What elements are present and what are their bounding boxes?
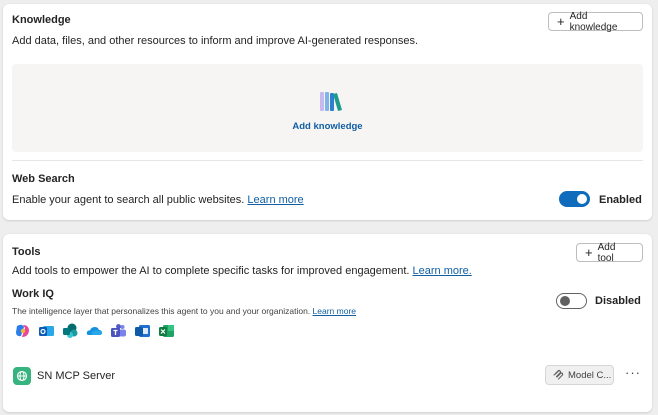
- work-iq-description-text: The intelligence layer that personalizes…: [12, 306, 311, 316]
- toggle-knob: [560, 296, 570, 306]
- toggle-knob: [577, 194, 587, 204]
- outlook-calendar-icon: [135, 325, 150, 337]
- outlook-icon: [39, 326, 54, 336]
- web-search-description-text: Enable your agent to search all public w…: [12, 194, 245, 206]
- work-iq-app-icons: [14, 323, 175, 339]
- work-iq-title: Work IQ: [12, 288, 54, 300]
- web-search-description: Enable your agent to search all public w…: [12, 194, 304, 206]
- model-context-protocol-tag[interactable]: Model C...: [545, 365, 614, 385]
- web-search-learn-more-link[interactable]: Learn more: [247, 194, 303, 206]
- plus-icon: +: [557, 13, 565, 29]
- knowledge-title: Knowledge: [12, 14, 71, 26]
- add-knowledge-link[interactable]: Add knowledge: [12, 121, 643, 132]
- work-iq-learn-more-link[interactable]: Learn more: [313, 306, 356, 316]
- mcp-tag-label: Model C...: [568, 369, 612, 381]
- mcp-icon: [553, 369, 564, 380]
- add-knowledge-button-label: Add knowledge: [569, 10, 618, 33]
- web-search-toggle-label: Enabled: [599, 194, 642, 206]
- excel-icon: [159, 325, 174, 337]
- sharepoint-icon: [63, 323, 78, 338]
- knowledge-description: Add data, files, and other resources to …: [12, 35, 419, 47]
- tools-description-text: Add tools to empower the AI to complete …: [12, 265, 410, 277]
- work-iq-toggle-label: Disabled: [595, 295, 641, 307]
- tools-card: Tools + Add tool Add tools to empower th…: [3, 234, 652, 412]
- add-knowledge-button[interactable]: + Add knowledge: [548, 10, 643, 33]
- work-iq-description: The intelligence layer that personalizes…: [12, 306, 356, 316]
- web-search-toggle[interactable]: [559, 191, 590, 207]
- knowledge-card: Knowledge + Add knowledge Add data, file…: [3, 4, 652, 220]
- add-tool-button-label: Add tool: [597, 241, 616, 264]
- onedrive-icon: [86, 327, 102, 335]
- mcp-server-name: SN MCP Server: [37, 370, 116, 382]
- tools-learn-more-link[interactable]: Learn more.: [413, 265, 472, 277]
- knowledge-books-icon: [320, 92, 342, 111]
- tools-title: Tools: [12, 246, 41, 258]
- divider: [12, 160, 643, 161]
- tools-description: Add tools to empower the AI to complete …: [12, 265, 472, 277]
- knowledge-dropzone[interactable]: Add knowledge: [12, 64, 643, 152]
- add-tool-button[interactable]: + Add tool: [576, 241, 643, 264]
- work-iq-toggle[interactable]: [556, 293, 587, 309]
- plus-icon: +: [585, 244, 593, 260]
- teams-icon: [111, 324, 126, 337]
- more-options-button[interactable]: ···: [623, 366, 643, 384]
- copilot-icon: [16, 324, 29, 337]
- globe-icon: [13, 367, 31, 385]
- web-search-title: Web Search: [12, 173, 75, 185]
